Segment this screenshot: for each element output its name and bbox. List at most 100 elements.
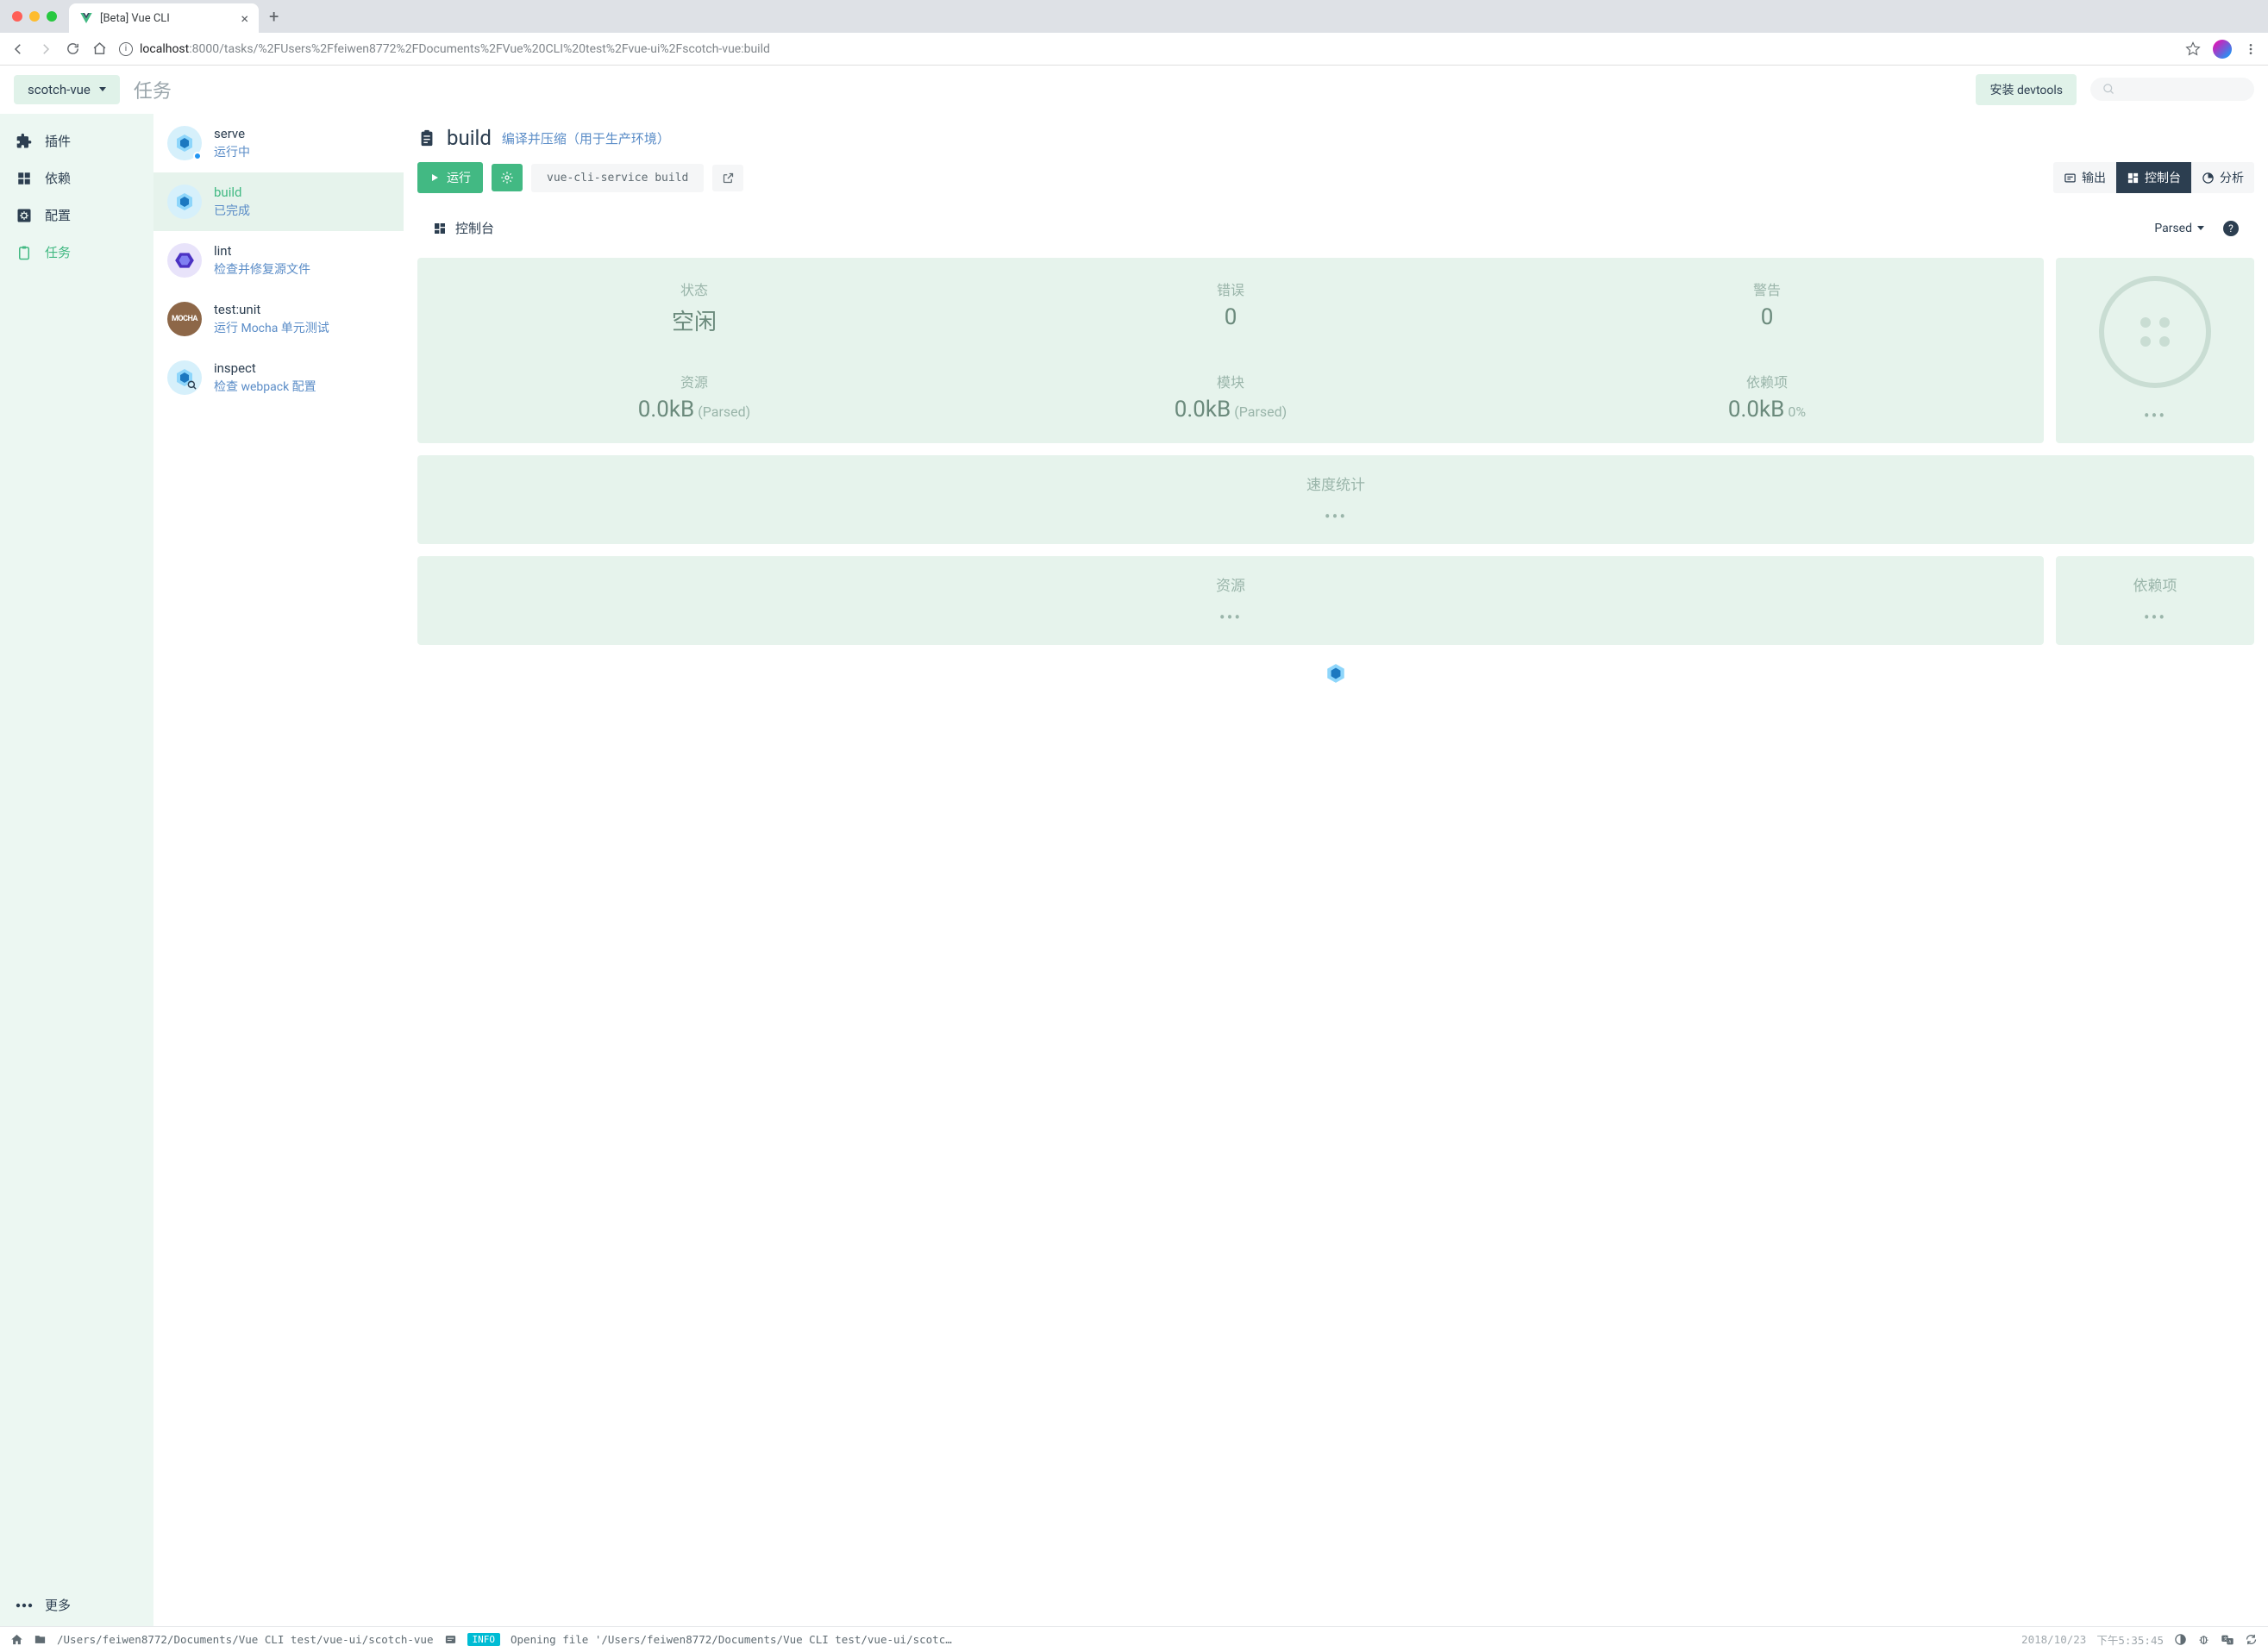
mocha-icon: MOCHA [167, 302, 202, 336]
url-input[interactable]: i localhost:8000/tasks/%2FUsers%2Ffeiwen… [119, 42, 2173, 56]
log-icon[interactable] [444, 1633, 457, 1646]
nav-label: 插件 [45, 132, 71, 150]
status-bar: /Users/feiwen8772/Documents/Vue CLI test… [0, 1626, 2268, 1652]
folder-icon[interactable] [34, 1633, 47, 1646]
task-item-serve[interactable]: serve 运行中 [153, 114, 404, 172]
clipboard-icon [417, 128, 436, 147]
view-tab-analyze[interactable]: 分析 [2191, 162, 2254, 193]
nav-forward-icon[interactable] [38, 41, 53, 57]
gear-icon [500, 171, 514, 185]
profile-avatar[interactable] [2213, 40, 2232, 59]
puzzle-icon [16, 133, 33, 150]
nav-config[interactable]: 配置 [0, 197, 153, 234]
task-item-lint[interactable]: lint 检查并修复源文件 [153, 231, 404, 290]
new-tab-button[interactable]: + [266, 6, 282, 27]
dial-card: ••• [2056, 258, 2254, 443]
address-bar: i localhost:8000/tasks/%2FUsers%2Ffeiwen… [0, 33, 2268, 66]
task-name: test:unit [214, 302, 329, 317]
project-name: scotch-vue [28, 82, 91, 97]
webpack-icon [167, 185, 202, 219]
tab-close-icon[interactable]: × [241, 10, 248, 27]
more-icon[interactable]: ••• [2073, 607, 2237, 628]
window-maximize[interactable] [47, 11, 57, 22]
stat-deps: 依赖项 0.0kB0% [1499, 371, 2035, 422]
project-selector[interactable]: scotch-vue [14, 75, 120, 104]
webpack-inspect-icon [167, 360, 202, 395]
content-header: build 编译并压缩（用于生产环境） [417, 126, 2254, 150]
task-settings-button[interactable] [492, 164, 523, 191]
browser-tab[interactable]: [Beta] Vue CLI × [69, 3, 259, 33]
task-item-inspect[interactable]: inspect 检查 webpack 配置 [153, 348, 404, 407]
help-icon[interactable]: ? [2223, 221, 2239, 236]
running-indicator [193, 152, 202, 160]
bookmark-star-icon[interactable] [2185, 41, 2201, 57]
speed-stats-card: 速度统计 ••• [417, 455, 2254, 544]
gear-icon [16, 207, 33, 224]
nav-sidebar: 插件 依赖 配置 任务 更多 [0, 114, 153, 1626]
view-tab-output[interactable]: 输出 [2053, 162, 2116, 193]
install-devtools-button[interactable]: 安装 devtools [1976, 74, 2077, 105]
task-title: build [447, 126, 492, 150]
grid-icon [16, 170, 33, 187]
window-close[interactable] [12, 11, 22, 22]
stat-errors: 错误 0 [962, 278, 1499, 336]
dashboard-icon [2127, 172, 2140, 185]
refresh-icon[interactable] [2245, 1633, 2258, 1646]
eslint-icon [167, 243, 202, 278]
nav-label: 更多 [45, 1596, 71, 1614]
task-item-test-unit[interactable]: MOCHA test:unit 运行 Mocha 单元测试 [153, 290, 404, 348]
run-button[interactable]: 运行 [417, 162, 483, 193]
bug-icon[interactable] [2197, 1633, 2210, 1646]
home-icon[interactable] [10, 1633, 23, 1646]
task-item-build[interactable]: build 已完成 [153, 172, 404, 231]
vue-favicon-icon [79, 11, 93, 25]
status-path: /Users/feiwen8772/Documents/Vue CLI test… [57, 1633, 434, 1646]
console-label: 控制台 [455, 219, 494, 237]
action-row: 运行 vue-cli-service build 输出 控制台 [417, 162, 2254, 193]
clipboard-icon [16, 244, 33, 261]
stat-modules: 模块 0.0kB(Parsed) [962, 371, 1499, 422]
nav-plugins[interactable]: 插件 [0, 122, 153, 160]
search-input[interactable] [2090, 78, 2254, 101]
task-name: inspect [214, 360, 316, 376]
stats-card: 状态 空闲 错误 0 警告 0 资源 0.0kB(Parsed) [417, 258, 2044, 443]
more-icon[interactable]: ••• [435, 506, 2237, 527]
task-desc: 运行中 [214, 143, 250, 160]
svg-text:A: A [2228, 1639, 2231, 1644]
nav-home-icon[interactable] [92, 41, 107, 56]
status-date: 2018/10/23 [2021, 1633, 2086, 1646]
nav-label: 配置 [45, 206, 71, 224]
theme-icon[interactable] [2174, 1633, 2187, 1646]
console-header: 控制台 Parsed ? [417, 210, 2254, 246]
task-name: serve [214, 126, 250, 141]
nav-deps[interactable]: 依赖 [0, 160, 153, 197]
parsed-selector[interactable]: Parsed [2154, 222, 2204, 235]
progress-dial [2099, 276, 2211, 388]
chevron-down-icon [99, 87, 106, 91]
nav-back-icon[interactable] [10, 41, 26, 57]
dashboard-icon [433, 222, 447, 235]
status-message: Opening file '/Users/feiwen8772/Document… [511, 1633, 2011, 1646]
url-path: :8000/tasks/%2FUsers%2Ffeiwen8772%2FDocu… [189, 42, 770, 56]
nav-reload-icon[interactable] [66, 41, 80, 56]
status-time: 下午5:35:45 [2096, 1631, 2164, 1648]
nav-label: 任务 [45, 243, 71, 261]
site-info-icon[interactable]: i [119, 42, 133, 56]
main-content: build 编译并压缩（用于生产环境） 运行 vue-cli-service b… [404, 114, 2268, 1626]
translate-icon[interactable]: 文A [2221, 1633, 2234, 1647]
browser-menu-icon[interactable] [2244, 42, 2258, 56]
browser-tab-bar: [Beta] Vue CLI × + [0, 0, 2268, 33]
external-link-icon [722, 172, 735, 185]
open-external-button[interactable] [712, 165, 743, 191]
view-tab-console[interactable]: 控制台 [2116, 162, 2191, 193]
webpack-icon [167, 126, 202, 160]
more-icon[interactable]: ••• [435, 607, 2027, 628]
more-icon[interactable]: ••• [2144, 405, 2166, 426]
task-desc: 检查 webpack 配置 [214, 378, 316, 395]
task-desc: 已完成 [214, 202, 250, 219]
window-controls [7, 11, 62, 22]
nav-tasks[interactable]: 任务 [0, 234, 153, 271]
window-minimize[interactable] [29, 11, 40, 22]
page-title: 任务 [134, 76, 172, 103]
nav-more[interactable]: 更多 [0, 1584, 153, 1626]
